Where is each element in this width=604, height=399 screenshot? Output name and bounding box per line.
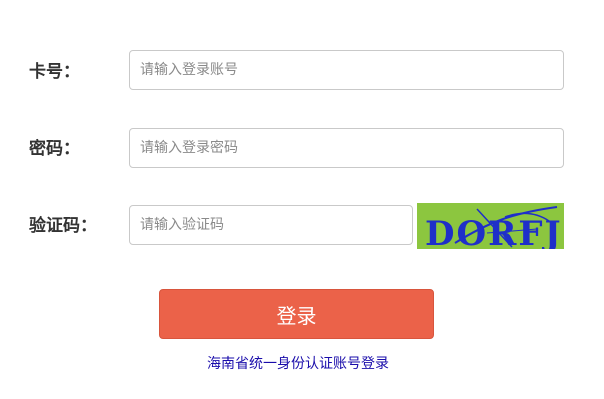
verification-code-input[interactable] bbox=[129, 205, 413, 245]
card-number-input[interactable] bbox=[129, 50, 564, 90]
password-input[interactable] bbox=[129, 128, 564, 168]
card-number-label: 卡号： bbox=[29, 62, 80, 82]
captcha-image[interactable]: DORFJ bbox=[417, 203, 564, 249]
password-label: 密码： bbox=[29, 139, 80, 159]
captcha-text: DORFJ bbox=[425, 214, 563, 249]
unified-identity-login-link[interactable]: 海南省统一身份认证账号登录 bbox=[0, 355, 596, 373]
captcha-graphic: DORFJ bbox=[425, 206, 563, 249]
login-button[interactable]: 登录 bbox=[159, 289, 434, 339]
verification-code-label: 验证码： bbox=[29, 216, 97, 236]
